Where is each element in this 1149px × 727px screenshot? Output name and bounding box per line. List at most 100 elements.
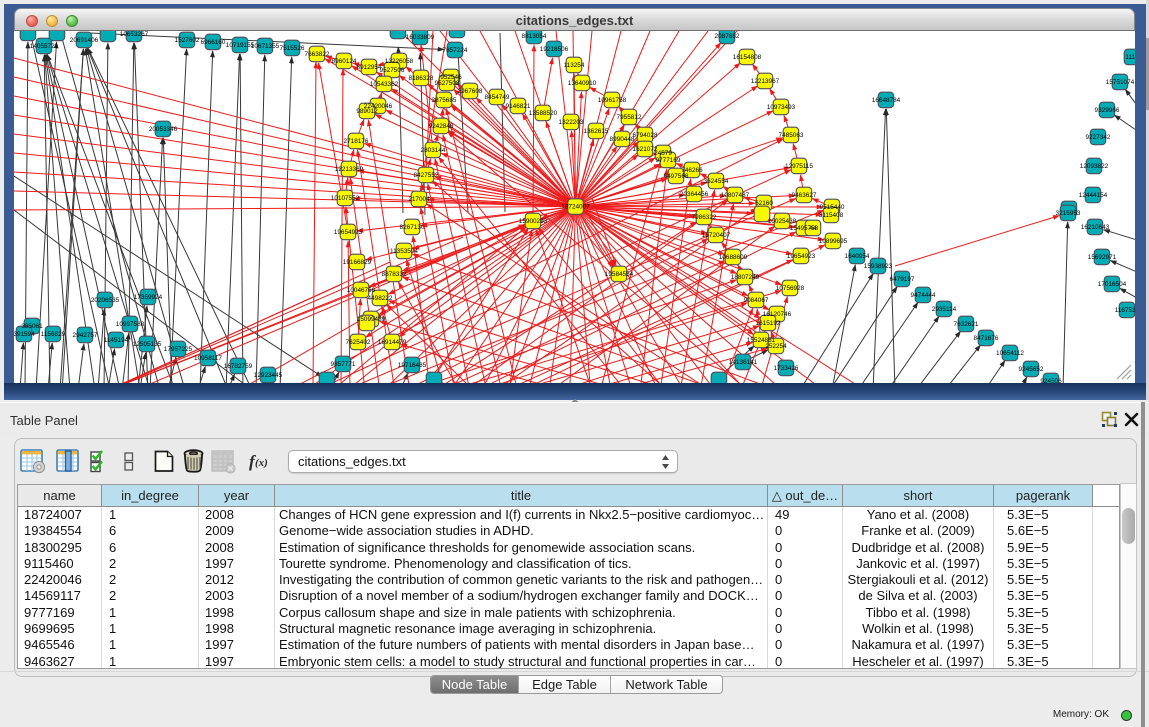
svg-text:16210643: 16210643: [1081, 224, 1110, 231]
svg-text:13226058: 13226058: [385, 58, 414, 65]
svg-text:9515440: 9515440: [820, 204, 845, 211]
svg-text:7632621: 7632621: [954, 321, 979, 328]
svg-text:10654112: 10654112: [996, 350, 1024, 357]
svg-text:12213369: 12213369: [335, 166, 364, 173]
svg-text:16782759: 16782759: [224, 363, 253, 370]
svg-text:1640954: 1640954: [845, 253, 870, 260]
svg-text:9777169: 9777169: [656, 157, 681, 164]
svg-text:8471676: 8471676: [974, 335, 999, 342]
svg-text:1362615: 1362615: [584, 128, 609, 135]
svg-text:62160: 62160: [755, 200, 773, 207]
svg-text:6479197: 6479197: [890, 276, 915, 283]
svg-text:10046766: 10046766: [347, 287, 376, 294]
svg-text:8813054: 8813054: [522, 33, 547, 40]
svg-text:10807487: 10807487: [721, 192, 750, 199]
svg-text:9245652: 9245652: [1019, 366, 1044, 373]
svg-text:8912954: 8912954: [357, 64, 382, 71]
svg-text:7663822: 7663822: [305, 51, 330, 58]
svg-text:10543362: 10543362: [370, 81, 399, 88]
svg-text:15938923: 15938923: [864, 263, 893, 270]
svg-text:1733426: 1733426: [774, 365, 799, 372]
svg-text:9527506: 9527506: [380, 67, 405, 74]
svg-text:1145194: 1145194: [104, 337, 129, 344]
svg-text:9146821: 9146821: [506, 103, 531, 110]
svg-text:17359924: 17359924: [134, 294, 163, 301]
svg-text:252254: 252254: [765, 343, 787, 350]
svg-text:20691406: 20691406: [70, 37, 99, 44]
svg-text:7515526: 7515526: [280, 45, 305, 52]
svg-text:19716485: 19716485: [398, 362, 427, 369]
svg-text:10653267: 10653267: [120, 31, 149, 38]
svg-text:9329966: 9329966: [1095, 107, 1120, 114]
svg-text:1615192: 1615192: [756, 320, 781, 327]
svg-text:7625402: 7625402: [346, 339, 371, 346]
svg-text:14136141: 14136141: [729, 359, 758, 366]
svg-text:10107552: 10107552: [331, 195, 360, 202]
svg-text:12444154: 12444154: [1079, 192, 1108, 199]
svg-text:3624554: 3624554: [704, 178, 729, 185]
svg-text:1112: 1112: [1125, 54, 1135, 61]
svg-text:10958117: 10958117: [194, 355, 222, 362]
svg-text:8454749: 8454749: [485, 94, 510, 101]
svg-text:15099489: 15099489: [357, 316, 386, 323]
svg-text:7986322: 7986322: [692, 214, 717, 221]
svg-text:15692971: 15692971: [1088, 254, 1117, 261]
svg-text:20206535: 20206535: [91, 297, 120, 304]
svg-text:7485063: 7485063: [779, 132, 804, 139]
svg-text:16154808: 16154808: [733, 54, 762, 61]
svg-text:8878332: 8878332: [382, 271, 407, 278]
svg-text:6497568: 6497568: [664, 173, 689, 180]
svg-text:3875685: 3875685: [432, 97, 457, 104]
svg-text:9227342: 9227342: [1086, 134, 1111, 141]
svg-text:391594: 391594: [14, 331, 35, 338]
svg-text:19166829: 19166829: [343, 259, 372, 266]
svg-text:10688609: 10688609: [719, 254, 748, 261]
svg-text:1167534: 1167534: [1115, 307, 1135, 314]
svg-text:18724007: 18724007: [561, 204, 590, 211]
svg-text:7857224: 7857224: [443, 47, 468, 54]
svg-text:8427552: 8427552: [414, 172, 439, 179]
svg-text:20053346: 20053346: [149, 126, 178, 133]
svg-text:989012: 989012: [356, 108, 378, 115]
svg-text:1527602: 1527602: [175, 37, 200, 44]
svg-text:15900293: 15900293: [519, 218, 548, 225]
svg-text:6966160: 6966160: [201, 39, 226, 46]
svg-text:7955812: 7955812: [617, 114, 642, 121]
svg-text:19654923: 19654923: [334, 229, 363, 236]
svg-text:18807249: 18807249: [731, 274, 760, 281]
svg-text:9084067: 9084067: [744, 297, 769, 304]
svg-text:16914479: 16914479: [378, 339, 407, 346]
svg-text:9474444: 9474444: [911, 292, 936, 299]
svg-text:24579: 24579: [654, 150, 672, 157]
svg-text:2803144: 2803144: [421, 147, 446, 154]
svg-text:19654923: 19654923: [787, 253, 816, 260]
svg-text:10025438: 10025438: [768, 218, 797, 225]
svg-text:13588520: 13588520: [529, 110, 558, 117]
svg-text:16120746: 16120746: [763, 311, 792, 318]
svg-text:8990448: 8990448: [610, 136, 635, 143]
svg-text:12505135: 12505135: [133, 341, 162, 348]
svg-text:10973493: 10973493: [767, 104, 796, 111]
svg-text:17016504: 17016504: [1098, 281, 1127, 288]
svg-text:9857771: 9857771: [331, 361, 356, 368]
svg-text:2718176: 2718176: [344, 138, 369, 145]
svg-text:14055721: 14055721: [30, 43, 59, 50]
svg-text:16033809: 16033809: [406, 34, 435, 41]
svg-text:3215953: 3215953: [1056, 210, 1081, 217]
svg-text:12923445: 12923445: [254, 372, 283, 379]
svg-text:2942757: 2942757: [73, 332, 98, 339]
svg-text:385061: 385061: [21, 323, 43, 330]
svg-text:10961758: 10961758: [598, 97, 627, 104]
svg-text:8960124: 8960124: [332, 58, 357, 65]
svg-text:2087682: 2087682: [715, 33, 740, 40]
svg-text:2967608: 2967608: [458, 88, 483, 95]
svg-text:1156829: 1156829: [41, 331, 66, 338]
svg-text:924506: 924506: [1040, 378, 1062, 383]
svg-text:15751074: 15751074: [1106, 79, 1135, 86]
svg-text:10671355: 10671355: [251, 43, 280, 50]
svg-text:6794028: 6794028: [633, 132, 658, 139]
svg-text:44: 44: [809, 225, 817, 232]
svg-text:9463627: 9463627: [792, 192, 817, 199]
svg-text:9527508: 9527508: [435, 80, 460, 87]
svg-text:3115408: 3115408: [819, 212, 844, 219]
